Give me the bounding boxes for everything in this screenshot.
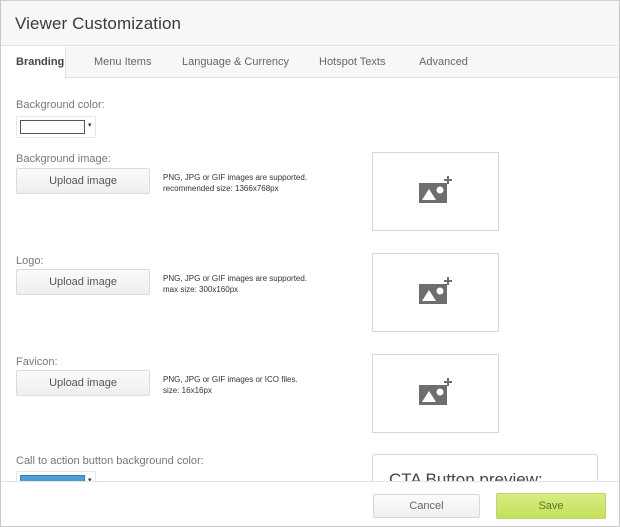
dialog-footer: Cancel Save (1, 481, 619, 526)
save-button[interactable]: Save (496, 493, 606, 519)
cta-color-label: Call to action button background color: (16, 455, 204, 467)
upload-logo-button[interactable]: Upload image (16, 269, 150, 295)
add-image-icon (419, 277, 452, 304)
background-image-preview[interactable] (372, 152, 499, 231)
logo-label: Logo: (16, 255, 44, 267)
viewer-customization-dialog: Viewer Customization Branding Menu Items… (0, 0, 620, 527)
favicon-label: Favicon: (16, 356, 58, 368)
favicon-preview[interactable] (372, 354, 499, 433)
tab-language-currency[interactable]: Language & Currency (182, 47, 289, 78)
branding-panel: Background color: ▾ Background image: Up… (1, 79, 619, 487)
background-color-label: Background color: (16, 99, 105, 111)
favicon-hint: PNG, JPG or GIF images or ICO files. siz… (163, 374, 298, 396)
upload-background-image-button[interactable]: Upload image (16, 168, 150, 194)
background-image-hint-size: recommended size: 1366x768px (163, 184, 279, 193)
favicon-hint-size: size: 16x16px (163, 386, 212, 395)
background-color-swatch (20, 120, 85, 134)
tab-advanced[interactable]: Advanced (419, 47, 468, 78)
background-image-hint-formats: PNG, JPG or GIF images are supported. (163, 173, 308, 182)
dialog-header: Viewer Customization (1, 1, 619, 46)
background-color-picker[interactable]: ▾ (16, 116, 96, 138)
tab-hotspot-texts[interactable]: Hotspot Texts (319, 47, 385, 78)
upload-favicon-button[interactable]: Upload image (16, 370, 150, 396)
tab-branding[interactable]: Branding (1, 47, 66, 79)
logo-preview[interactable] (372, 253, 499, 332)
dialog-title: Viewer Customization (15, 14, 182, 33)
background-image-hint: PNG, JPG or GIF images are supported. re… (163, 172, 307, 194)
tab-bar: Branding Menu Items Language & Currency … (1, 47, 619, 79)
favicon-hint-formats: PNG, JPG or GIF images or ICO files. (163, 375, 298, 384)
add-image-icon (419, 176, 452, 203)
tab-menu-items[interactable]: Menu Items (94, 47, 151, 78)
logo-hint: PNG, JPG or GIF images are supported. ma… (163, 273, 307, 295)
logo-hint-size: max size: 300x160px (163, 285, 239, 294)
cancel-button[interactable]: Cancel (373, 494, 480, 518)
logo-hint-formats: PNG, JPG or GIF images are supported. (163, 274, 308, 283)
background-image-label: Background image: (16, 153, 111, 165)
add-image-icon (419, 378, 452, 405)
chevron-down-icon: ▾ (88, 122, 92, 129)
